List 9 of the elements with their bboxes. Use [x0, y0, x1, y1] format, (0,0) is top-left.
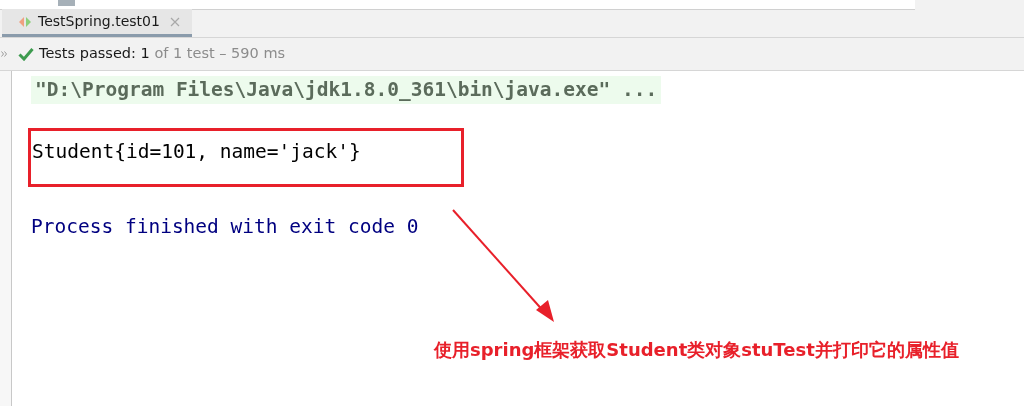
- check-icon: [18, 47, 34, 61]
- exit-line: Process finished with exit code 0: [31, 214, 420, 240]
- close-icon: [169, 16, 180, 27]
- test-class-icon: [18, 15, 32, 28]
- test-status-text: Tests passed: 1 of 1 test – 590 ms: [39, 44, 286, 64]
- run-tab[interactable]: TestSpring.test01: [2, 9, 192, 37]
- output-line: Student{id=101, name='jack'}: [32, 140, 361, 163]
- expand-icon[interactable]: [1, 51, 7, 57]
- annotation-text: 使用spring框架获取Student类对象stuTest并打印它的属性值: [434, 338, 959, 362]
